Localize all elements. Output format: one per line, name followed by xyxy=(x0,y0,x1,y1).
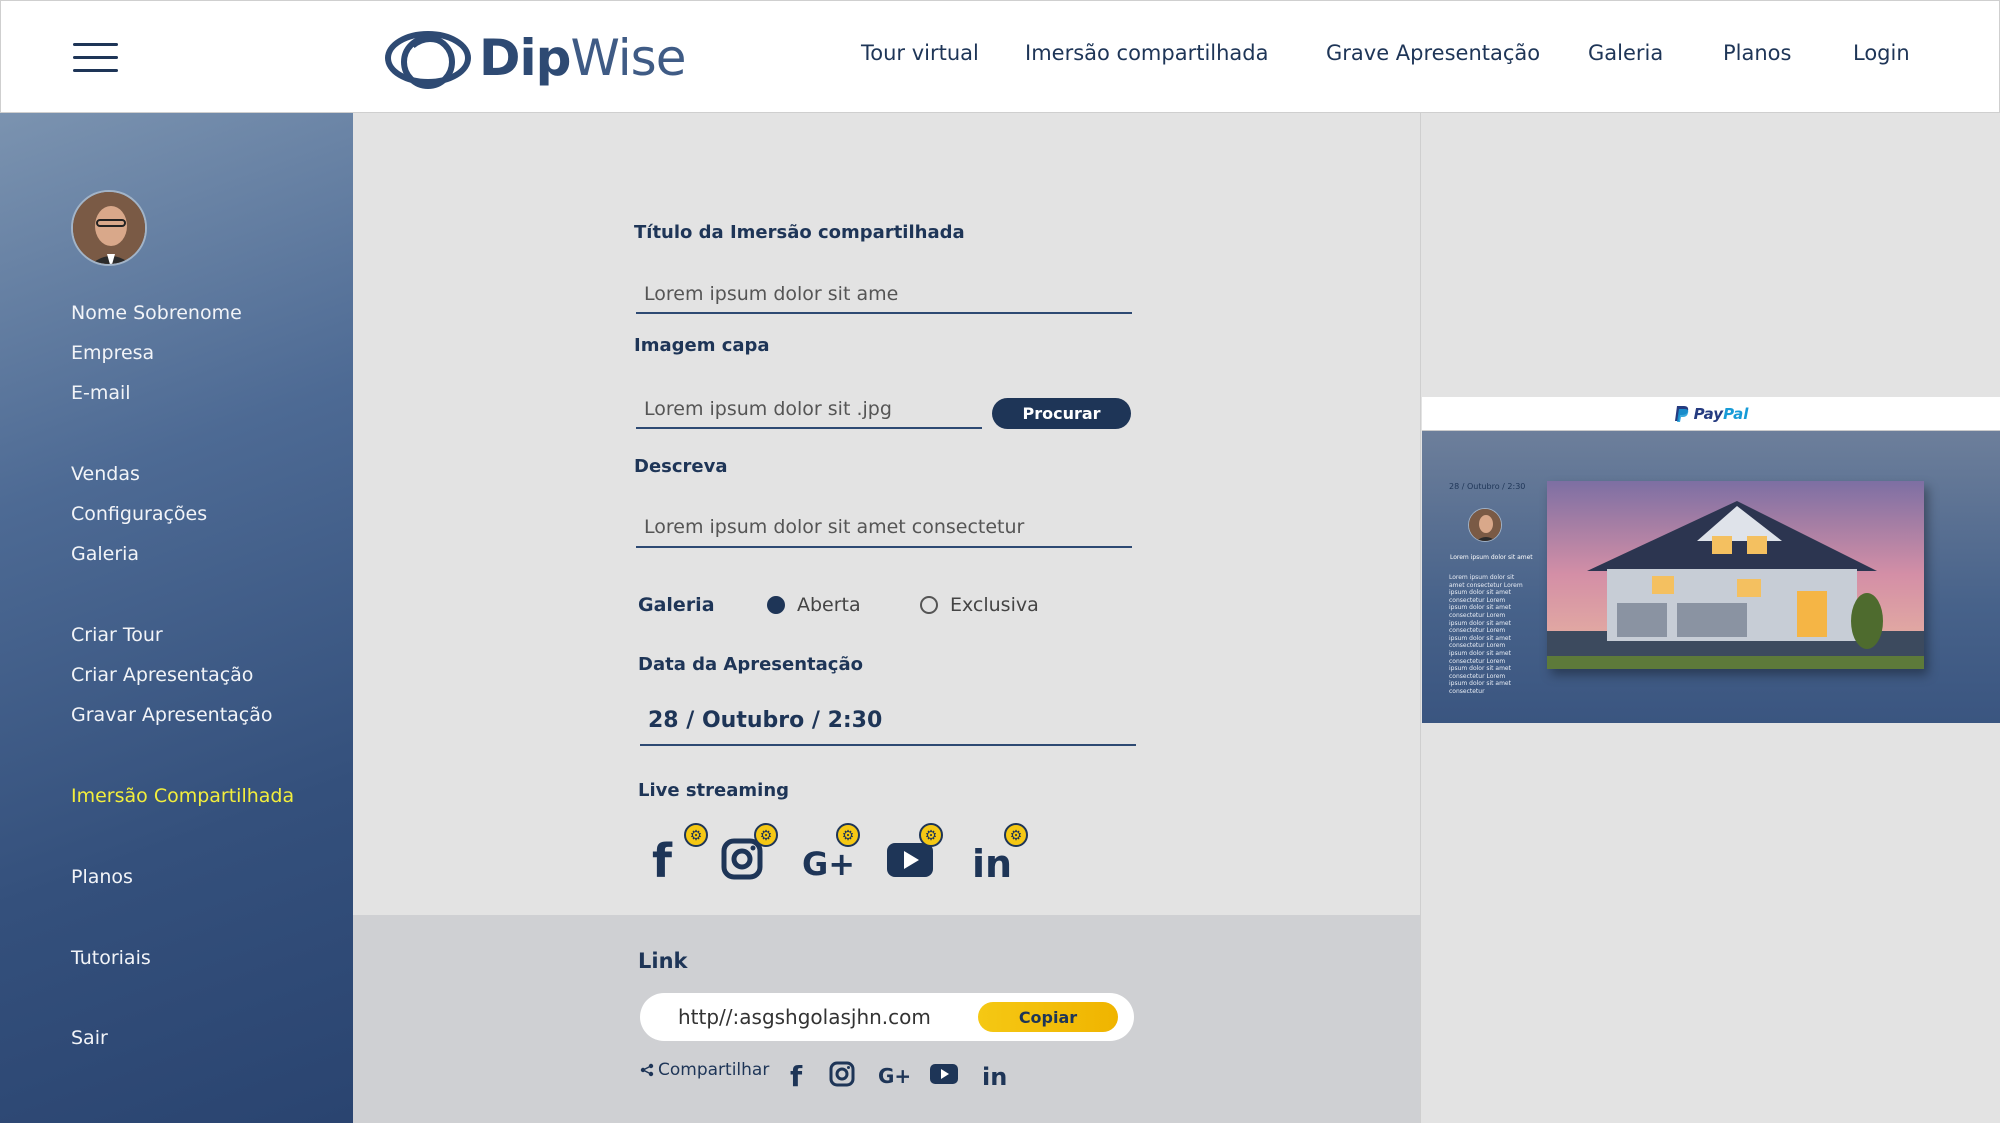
nav-imersao-compartilhada[interactable]: Imersão compartilhada xyxy=(1025,41,1269,65)
youtube-icon[interactable]: ⚙ xyxy=(885,823,943,883)
radio-exclusiva[interactable]: Exclusiva xyxy=(920,594,1039,616)
compartilhar-button[interactable]: Compartilhar xyxy=(640,1060,769,1080)
link-url: http//:asgshgolasjhn.com xyxy=(678,1005,931,1029)
presentation-preview: 28 / Outubro / 2:30 Lorem ipsum dolor si… xyxy=(1422,431,2000,723)
top-navigation-bar: DipWise Tour virtual Imersão compartilha… xyxy=(0,0,2000,113)
radio-exclusiva-label: Exclusiva xyxy=(950,594,1039,616)
sidebar-email[interactable]: E-mail xyxy=(71,382,131,404)
gear-icon: ⚙ xyxy=(684,823,708,847)
link-field[interactable]: http//:asgshgolasjhn.com Copiar xyxy=(640,993,1134,1041)
sidebar-item-galeria[interactable]: Galeria xyxy=(71,543,139,565)
imagem-capa-input[interactable] xyxy=(636,391,982,429)
sidebar-item-configuracoes[interactable]: Configurações xyxy=(71,503,207,525)
svg-text:in: in xyxy=(972,842,1012,883)
compartilhar-label: Compartilhar xyxy=(658,1060,770,1080)
sidebar-item-criar-apresentacao[interactable]: Criar Apresentação xyxy=(71,664,253,686)
logo-text: DipWise xyxy=(479,29,686,87)
svg-text:f: f xyxy=(790,1060,803,1090)
hamburger-menu-icon[interactable] xyxy=(73,43,118,73)
radio-aberta[interactable]: Aberta xyxy=(767,594,861,616)
sidebar-nome[interactable]: Nome Sobrenome xyxy=(71,302,242,324)
nav-planos[interactable]: Planos xyxy=(1723,41,1791,65)
share-icon xyxy=(640,1063,654,1077)
titulo-label: Título da Imersão compartilhada xyxy=(634,222,965,243)
galeria-label: Galeria xyxy=(638,594,715,616)
google-plus-icon[interactable]: G+ ⚙ xyxy=(802,823,860,883)
gear-icon: ⚙ xyxy=(836,823,860,847)
linkedin-icon[interactable]: in xyxy=(979,1058,1011,1091)
sidebar-item-vendas[interactable]: Vendas xyxy=(71,463,140,485)
descreva-input[interactable] xyxy=(636,508,1132,548)
sidebar-item-imersao-compartilhada[interactable]: Imersão Compartilhada xyxy=(71,785,294,807)
avatar[interactable] xyxy=(71,190,147,266)
imagem-capa-label: Imagem capa xyxy=(634,335,770,356)
facebook-icon[interactable]: f ⚙ xyxy=(650,823,708,888)
paypal-button[interactable]: PayPal xyxy=(1422,397,2000,431)
nav-grave-apresentacao[interactable]: Grave Apresentação xyxy=(1326,41,1540,65)
data-apresentacao-field[interactable]: 28 / Outubro / 2:30 xyxy=(640,700,1136,746)
facebook-icon[interactable]: f xyxy=(784,1058,816,1093)
radio-aberta-label: Aberta xyxy=(797,594,861,616)
radio-checked-icon xyxy=(767,596,785,614)
sidebar-item-gravar-apresentacao[interactable]: Gravar Apresentação xyxy=(71,704,273,726)
instagram-icon[interactable]: ⚙ xyxy=(720,823,778,883)
sidebar-item-tutoriais[interactable]: Tutoriais xyxy=(71,947,151,969)
preview-avatar xyxy=(1468,508,1502,542)
nav-login[interactable]: Login xyxy=(1853,41,1910,65)
procurar-button[interactable]: Procurar xyxy=(992,398,1131,429)
gear-icon: ⚙ xyxy=(1004,823,1028,847)
svg-text:G+: G+ xyxy=(878,1064,911,1088)
preview-name: Lorem ipsum dolor sit amet xyxy=(1450,554,1533,561)
paypal-icon xyxy=(1674,405,1688,422)
paypal-label: PayPal xyxy=(1693,404,1749,423)
youtube-icon[interactable] xyxy=(928,1058,960,1090)
sidebar-empresa[interactable]: Empresa xyxy=(71,342,154,364)
copiar-button[interactable]: Copiar xyxy=(978,1002,1118,1032)
radio-unchecked-icon xyxy=(920,596,938,614)
sidebar-item-sair[interactable]: Sair xyxy=(71,1027,108,1049)
descreva-label: Descreva xyxy=(634,456,728,477)
nav-galeria[interactable]: Galeria xyxy=(1588,41,1663,65)
svg-text:G+: G+ xyxy=(802,845,855,883)
live-streaming-label: Live streaming xyxy=(638,780,790,801)
linkedin-icon[interactable]: in ⚙ xyxy=(970,823,1028,886)
google-plus-icon[interactable]: G+ xyxy=(878,1058,911,1090)
link-label: Link xyxy=(638,949,688,973)
data-apresentacao-label: Data da Apresentação xyxy=(638,654,863,675)
house-cover-image xyxy=(1547,481,1924,669)
logo-globe-icon xyxy=(385,31,471,89)
sidebar-item-planos[interactable]: Planos xyxy=(71,866,133,888)
preview-description: Lorem ipsum dolor sit amet consectetur L… xyxy=(1449,574,1523,695)
svg-text:in: in xyxy=(982,1063,1007,1090)
sidebar: Nome Sobrenome Empresa E-mail Vendas Con… xyxy=(0,113,353,1123)
instagram-icon[interactable] xyxy=(826,1058,858,1090)
gear-icon: ⚙ xyxy=(919,823,943,847)
avatar-photo xyxy=(73,192,145,264)
gear-icon: ⚙ xyxy=(754,823,778,847)
dipwise-logo[interactable]: DipWise xyxy=(383,23,686,93)
nav-tour-virtual[interactable]: Tour virtual xyxy=(861,41,979,65)
preview-date: 28 / Outubro / 2:30 xyxy=(1449,482,1526,491)
svg-text:f: f xyxy=(652,834,673,883)
sidebar-item-criar-tour[interactable]: Criar Tour xyxy=(71,624,163,646)
titulo-input[interactable] xyxy=(636,276,1132,314)
